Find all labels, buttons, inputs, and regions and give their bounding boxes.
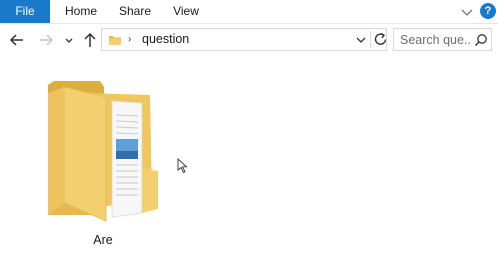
arrow-up-icon (84, 32, 96, 47)
tab-file[interactable]: File (0, 0, 50, 23)
refresh-icon (374, 32, 387, 45)
file-explorer-window: File Home Share View ? › question Search… (0, 0, 498, 280)
tab-home[interactable]: Home (58, 0, 104, 23)
file-list-area[interactable]: Are (0, 57, 498, 280)
folder-icon (108, 33, 122, 47)
mouse-pointer-icon (177, 157, 189, 174)
ribbon-tab-bar: File Home Share View ? (0, 0, 498, 24)
address-dropdown-chevron-icon[interactable] (355, 33, 367, 45)
search-input[interactable] (400, 29, 472, 50)
refresh-button[interactable] (370, 31, 389, 48)
tab-share[interactable]: Share (114, 0, 156, 23)
forward-button[interactable] (36, 30, 56, 50)
arrow-right-icon (40, 34, 54, 46)
folder-name-label: Are (93, 233, 113, 247)
folder-icon (46, 79, 158, 225)
chevron-down-icon (65, 38, 73, 43)
search-icon[interactable] (474, 33, 488, 47)
recent-locations-button[interactable] (62, 30, 76, 50)
breadcrumb-separator: › (128, 34, 132, 45)
tab-view[interactable]: View (166, 0, 206, 23)
help-button[interactable]: ? (480, 3, 496, 19)
expand-ribbon-chevron-icon[interactable] (459, 4, 475, 20)
breadcrumb-current-folder[interactable]: question (142, 29, 189, 50)
up-button[interactable] (80, 30, 100, 50)
arrow-left-icon (9, 34, 23, 46)
back-button[interactable] (7, 30, 27, 50)
address-bar[interactable]: › question (101, 28, 387, 51)
navigation-bar: › question (0, 24, 498, 56)
folder-item[interactable]: Are (40, 79, 166, 253)
search-box[interactable] (393, 28, 492, 51)
